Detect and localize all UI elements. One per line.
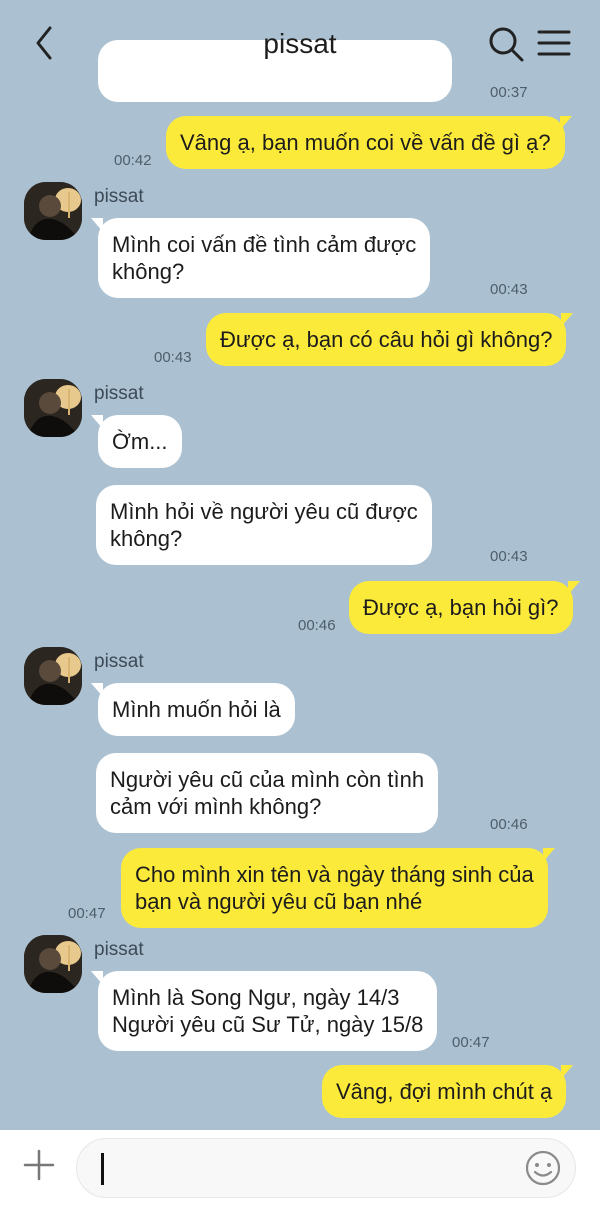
text-caret [101,1153,104,1185]
message-bubble-incoming: Người yêu cũ của mình còn tình cảm với m… [96,753,439,833]
message-input-bar [0,1130,600,1206]
sender-name: pissat [94,383,144,404]
message-time: 00:46 [490,816,528,833]
search-button[interactable] [486,24,526,64]
avatar[interactable] [24,647,82,705]
back-button[interactable] [28,22,62,64]
emoji-icon [525,1150,561,1186]
message-bubble-outgoing: Vâng ạ, bạn muốn coi về vấn đề gì ạ? [166,116,572,169]
message-line: Mình là Song Ngư, ngày 14/3 [112,985,400,1010]
message-line: Cho mình xin tên và ngày tháng sinh của [135,862,534,887]
message-line: cảm với mình không? [110,794,322,819]
avatar[interactable] [24,182,82,240]
message-line: bạn và người yêu cũ bạn nhé [135,889,423,914]
message-bubble-incoming: Mình hỏi về người yêu cũ được không? [96,485,432,565]
message-bubble-outgoing: Được ạ, bạn hỏi gì? [349,581,579,634]
message-bubble-incoming: Ờm... [91,415,182,468]
chat-header: pissat [0,0,600,88]
message-time: 00:43 [490,281,528,298]
message-bubble-outgoing: Được ạ, bạn có câu hỏi gì không? [206,313,574,366]
message-text: Được ạ, bạn có câu hỏi gì không? [220,327,553,352]
menu-button[interactable] [536,26,572,60]
message-line: Người yêu cũ của mình còn tình [110,767,425,792]
message-time: 00:47 [68,905,106,922]
avatar[interactable] [24,379,82,437]
message-text: Mình muốn hỏi là [112,697,281,722]
message-line: không? [112,259,185,284]
plus-icon [23,1149,55,1181]
sender-name: pissat [94,939,144,960]
message-text: Được ạ, bạn hỏi gì? [363,595,559,620]
message-bubble-incoming: Mình muốn hỏi là [91,683,295,736]
chat-title: pissat [263,28,337,59]
message-text: Vâng ạ, bạn muốn coi về vấn đề gì ạ? [180,130,551,155]
chat-area[interactable]: 00:37 00:42 Vâng ạ, bạn muốn coi về vấn … [0,0,600,1130]
emoji-button[interactable] [524,1149,562,1187]
chevron-left-icon [36,26,52,60]
message-time: 00:46 [298,617,336,634]
sender-name: pissat [94,651,144,672]
message-bubble-incoming: Mình coi vấn đề tình cảm được không? [90,218,431,298]
message-time: 00:47 [452,1034,490,1051]
sender-name: pissat [94,186,144,207]
message-bubble-outgoing: Vâng, đợi mình chút ạ [322,1065,574,1118]
message-time: 00:42 [114,152,152,169]
message-bubble-incoming: Mình là Song Ngư, ngày 14/3 Người yêu cũ… [90,971,438,1051]
message-time: 00:43 [154,349,192,366]
search-icon [489,27,524,62]
message-text: Vâng, đợi mình chút ạ [336,1079,553,1104]
message-line: Người yêu cũ Sư Tử, ngày 15/8 [112,1012,424,1037]
message-bubble-outgoing: Cho mình xin tên và ngày tháng sinh của … [121,848,555,928]
message-line: không? [110,526,183,551]
message-time: 00:43 [490,548,528,565]
message-line: Mình coi vấn đề tình cảm được [112,232,417,257]
hamburger-menu-icon [537,30,571,56]
message-text: Ờm... [112,429,168,454]
attach-button[interactable] [22,1148,56,1182]
message-line: Mình hỏi về người yêu cũ được [110,499,418,524]
message-input[interactable] [76,1138,576,1198]
avatar[interactable] [24,935,82,993]
